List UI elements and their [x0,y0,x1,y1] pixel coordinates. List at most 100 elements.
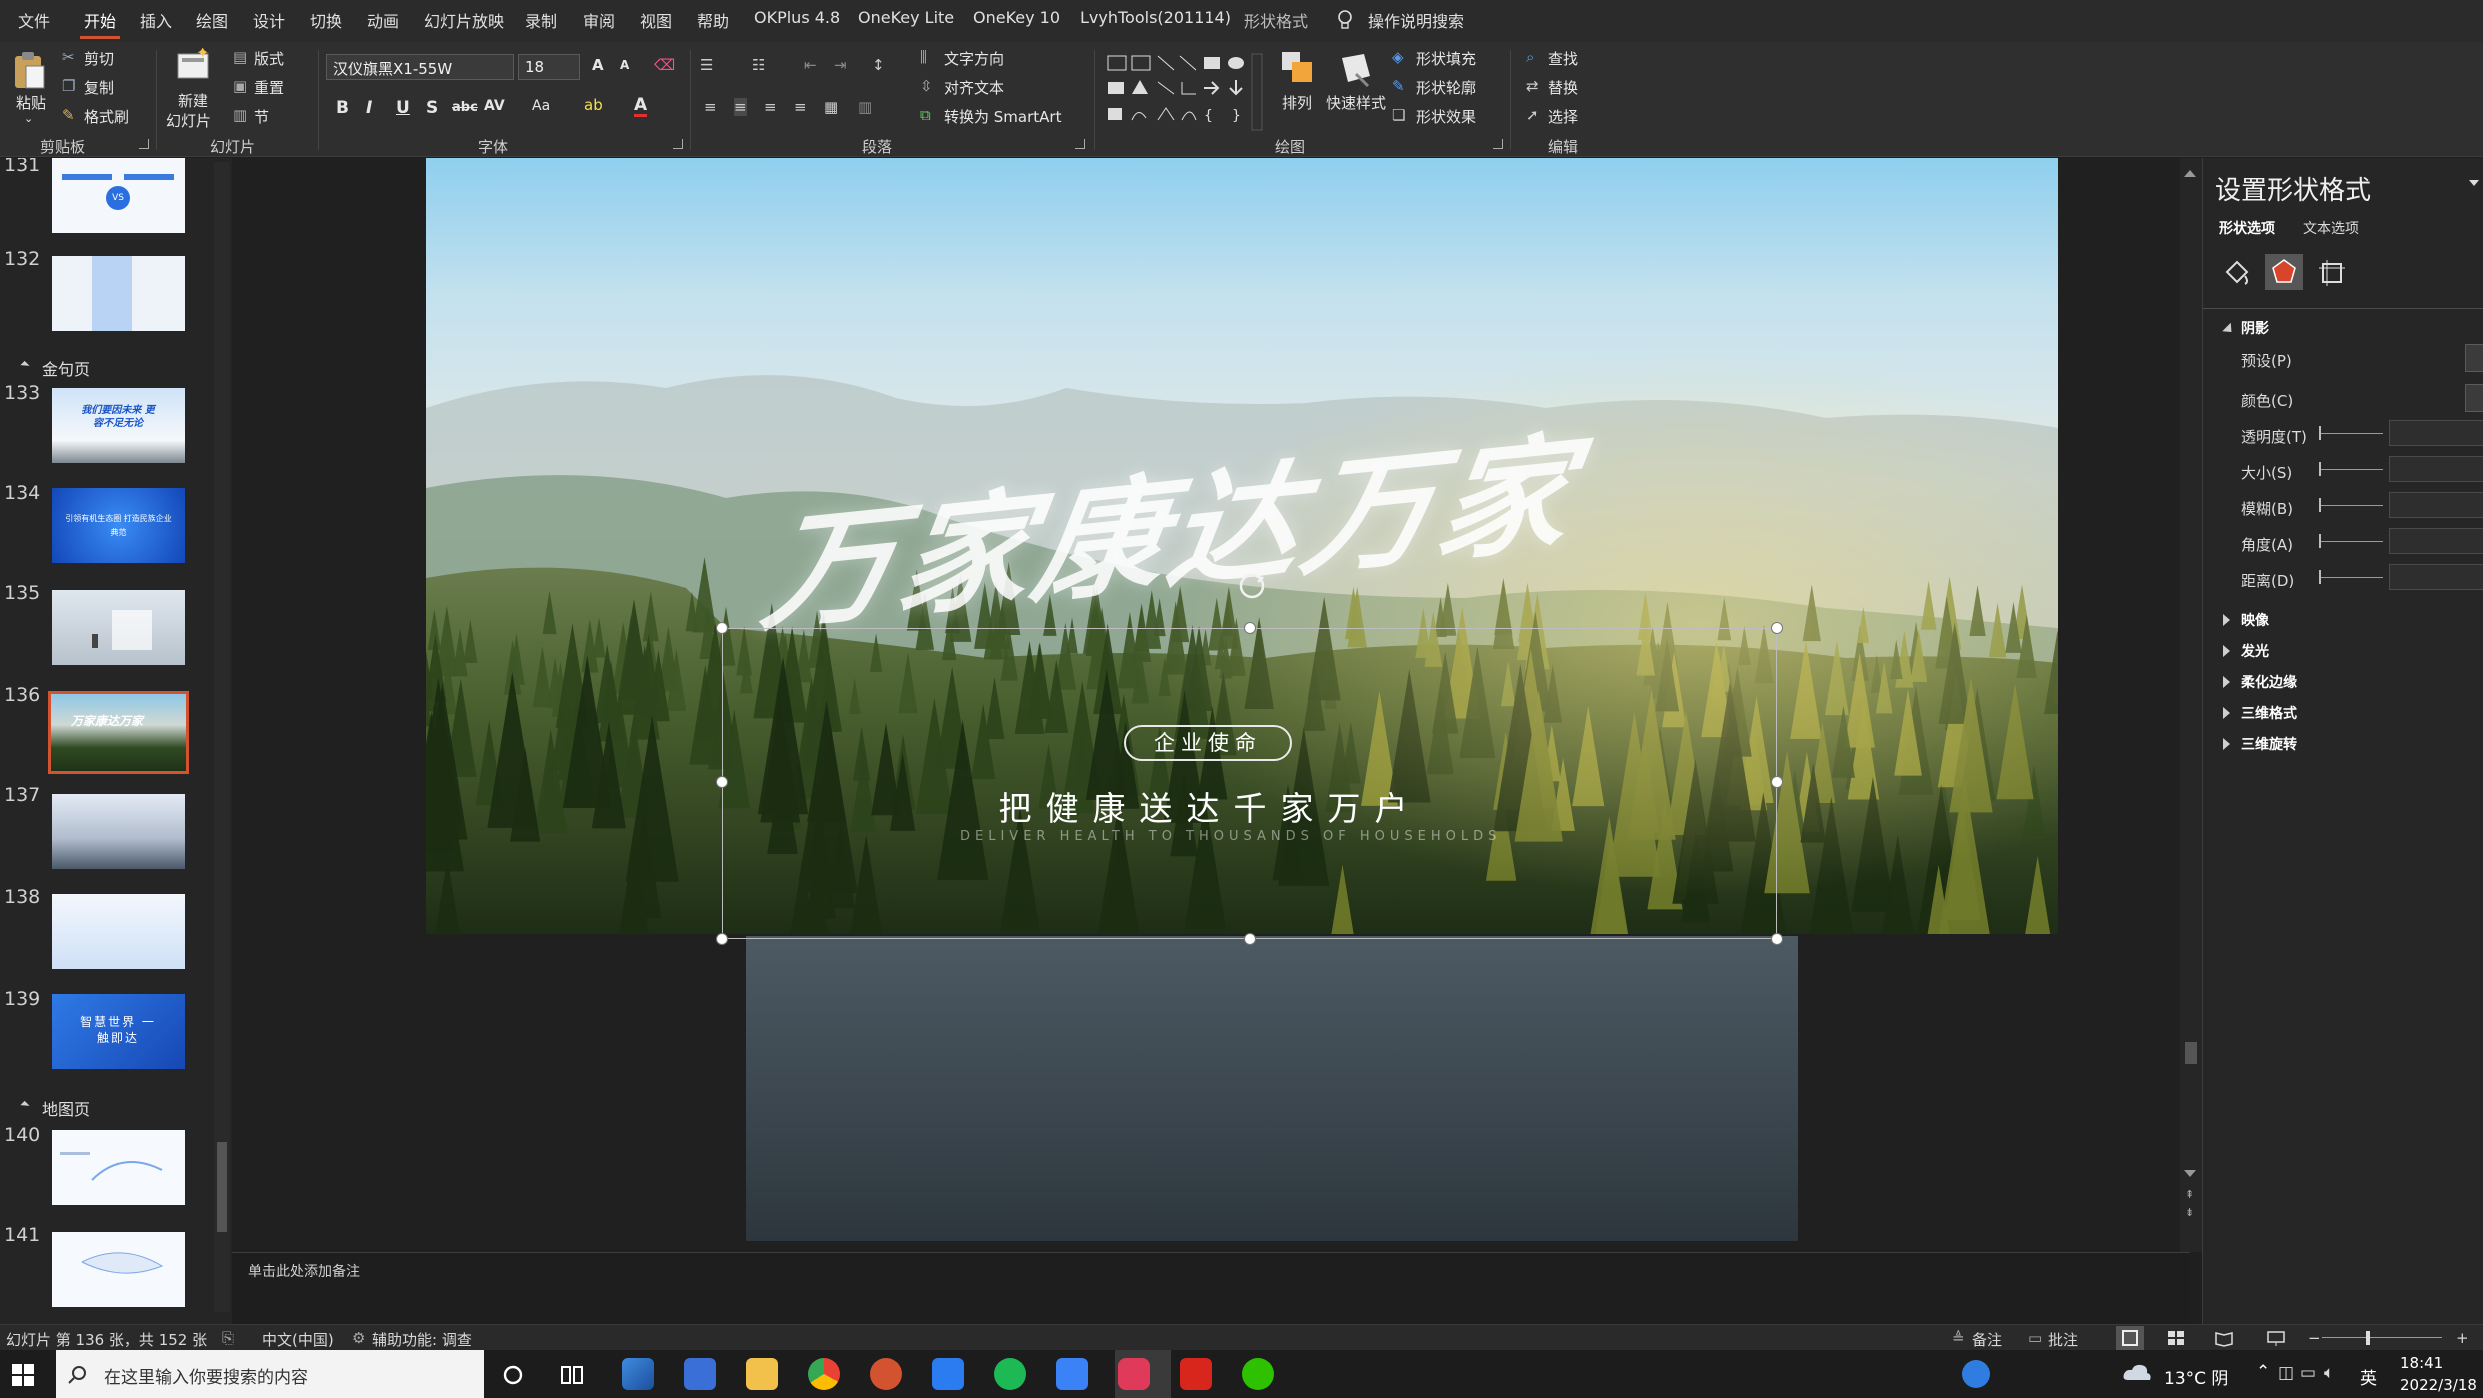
reading-view-icon[interactable] [2214,1329,2234,1347]
pane-options-icon[interactable] [2469,180,2479,186]
shadow-expand-icon[interactable] [2222,322,2236,337]
slide-thumbnail-138[interactable] [52,894,185,969]
shape-outline-icon[interactable]: ✎ [1392,77,1405,95]
resize-handle-se[interactable] [1771,933,1783,945]
tray-expand-icon[interactable]: ⌃ [2256,1362,2270,1382]
reflection-section-header[interactable]: 映像 [2241,610,2269,630]
resize-handle-w[interactable] [716,776,728,788]
slide-vertical-scrollbar[interactable]: ⇞ ⇟ [2180,158,2202,1252]
previous-slide-icon[interactable]: ⇞ [2185,1188,2194,1201]
paragraph-launcher-icon[interactable] [1075,139,1085,149]
store-icon[interactable] [684,1358,716,1390]
section-title-quote[interactable]: 金句页 [42,356,90,380]
new-slide-button[interactable]: 新建 [178,90,208,111]
quick-styles-icon[interactable] [1338,50,1374,88]
3d-format-section-header[interactable]: 三维格式 [2241,703,2297,723]
tab-shape-options[interactable]: 形状选项 [2219,218,2275,238]
replace-icon[interactable]: ⇄ [1526,77,1539,95]
color-dropdown[interactable] [2465,384,2483,412]
weather-text[interactable]: 13°C 阴 [2164,1364,2228,1389]
shape-fill-button[interactable]: 形状填充 [1416,48,1476,69]
align-left-icon[interactable]: ≡ [704,98,717,116]
reflection-expand-icon[interactable] [2223,614,2230,626]
scroll-down-icon[interactable] [2184,1170,2196,1177]
slide-scroll-thumb[interactable] [2185,1042,2197,1064]
grow-font-button[interactable]: A [592,56,604,74]
layout-icon[interactable]: ▤ [233,48,247,66]
quick-styles-button[interactable]: 快速样式 [1326,92,1386,113]
slide-thumbnail-133[interactable]: 我们要因未来 更容不足无论 [52,388,185,463]
copy-icon[interactable]: ❐ [62,77,75,95]
tray-app-icon[interactable]: ◫ [2278,1363,2294,1383]
glow-section-header[interactable]: 发光 [2241,641,2269,661]
fill-line-icon[interactable] [2221,258,2251,286]
numbering-icon[interactable]: ☷ [752,56,765,74]
align-right-icon[interactable]: ≡ [764,98,777,116]
select-button[interactable]: 选择 [1548,106,1578,127]
taskbar-app-icon[interactable] [1056,1358,1088,1390]
shapes-gallery[interactable]: {} [1104,52,1264,134]
resize-handle-nw[interactable] [716,622,728,634]
tab-home[interactable]: 开始 [84,8,116,32]
paste-button[interactable]: 粘贴 [16,92,46,113]
slide-thumbnail-132[interactable] [52,256,185,331]
collapse-section-icon[interactable] [20,360,30,371]
new-slide-icon[interactable]: ✦ [176,48,212,84]
slide-thumbnail-136-selected[interactable]: 万家康达万家 [48,691,189,774]
tab-text-options[interactable]: 文本选项 [2303,218,2359,238]
weather-cloud-icon[interactable] [2122,1362,2152,1384]
taskbar-search-box[interactable]: 在这里输入你要搜索的内容 [56,1350,484,1398]
format-painter-button[interactable]: 格式刷 [84,106,129,127]
powerpoint-taskbar-icon[interactable] [870,1358,902,1390]
wps-icon[interactable] [1180,1358,1212,1390]
slide-sorter-view-icon[interactable] [2166,1329,2186,1347]
3d-format-expand-icon[interactable] [2223,707,2230,719]
size-field[interactable] [2389,456,2483,482]
font-color-button[interactable]: A [634,96,648,117]
tab-onekey-lite[interactable]: OneKey Lite [858,8,954,27]
tab-file[interactable]: 文件 [18,8,50,32]
shape-outline-button[interactable]: 形状轮廓 [1416,77,1476,98]
clock-time[interactable]: 18:41 [2400,1354,2443,1372]
tab-lvyhtools[interactable]: LvyhTools(201114) [1080,8,1231,27]
normal-view-button[interactable] [2116,1326,2144,1350]
tab-slideshow[interactable]: 幻灯片放映 [424,8,504,32]
accessibility-status[interactable]: 辅助功能: 调查 [372,1329,472,1350]
chrome-icon[interactable] [808,1358,840,1390]
shrink-font-button[interactable]: A [620,58,629,72]
comments-icon[interactable]: ▭ [2028,1329,2042,1347]
bold-button[interactable]: B [336,98,349,118]
convert-smartart-button[interactable]: 转换为 SmartArt [944,106,1061,127]
slide-thumbnail-134[interactable]: 引领有机生态圈 打造民族企业典范 [52,488,185,563]
format-painter-icon[interactable]: ✎ [62,106,75,124]
transparency-slider[interactable] [2321,433,2383,434]
resize-handle-sw[interactable] [716,933,728,945]
cut-button[interactable]: 剪切 [84,48,114,69]
soft-edges-expand-icon[interactable] [2223,676,2230,688]
taskbar-app-icon[interactable] [994,1358,1026,1390]
italic-button[interactable]: I [366,98,372,118]
shape-selection-box[interactable] [722,628,1777,939]
arrange-button[interactable]: 排列 [1282,92,1312,113]
tab-review[interactable]: 审阅 [583,8,615,32]
slide-thumbnail-139[interactable]: 智慧世界 一触即达 [52,994,185,1069]
taskbar-app-icon[interactable] [622,1358,654,1390]
reset-icon[interactable]: ▣ [233,77,247,95]
section-title-map[interactable]: 地图页 [42,1096,90,1120]
resize-handle-n[interactable] [1244,622,1256,634]
resize-handle-s[interactable] [1244,933,1256,945]
slide-thumbnail-141[interactable] [52,1232,185,1307]
columns-icon[interactable]: ▥ [858,98,872,116]
3d-rotation-section-header[interactable]: 三维旋转 [2241,734,2297,754]
shape-effects-icon[interactable]: ❏ [1392,106,1405,124]
tab-record[interactable]: 录制 [525,8,557,32]
increase-indent-icon[interactable]: ⇥ [834,56,847,74]
next-slide-icon[interactable]: ⇟ [2185,1206,2194,1219]
align-text-icon[interactable]: ⇳ [920,77,933,95]
tab-help[interactable]: 帮助 [697,8,729,32]
font-name-select[interactable]: 汉仪旗黑X1-55W [326,54,514,80]
thumbnail-scrollbar[interactable] [214,162,230,1312]
slide-thumbnail-140[interactable] [52,1130,185,1205]
tell-me-search[interactable]: 操作说明搜索 [1368,8,1464,32]
layout-button[interactable]: 版式 [254,48,284,69]
